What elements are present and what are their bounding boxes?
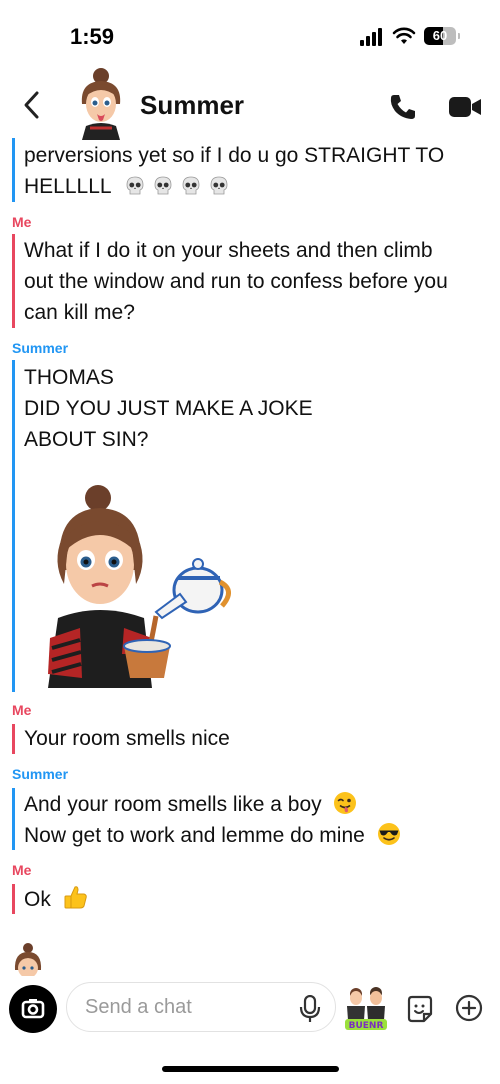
battery-icon: 60 (424, 27, 456, 45)
message-bar-summer (12, 138, 15, 202)
skull-emoji-icon (126, 176, 144, 195)
home-indicator (162, 1066, 339, 1072)
svg-text:BUENR: BUENR (349, 1021, 384, 1031)
message-line-with-emoji: Now get to work and lemme do mine (24, 820, 401, 851)
message-list: perversions yet so if I do u go STRAIGHT… (0, 138, 500, 978)
battery-percentage: 60 (432, 28, 448, 43)
microphone-icon[interactable] (299, 995, 321, 1023)
cellular-signal-icon (360, 28, 384, 46)
skull-emoji-icon (154, 176, 172, 195)
message-text: Ok (24, 888, 51, 911)
avatar[interactable] (68, 64, 134, 140)
skull-emoji-icon (210, 176, 228, 195)
wifi-icon (392, 27, 416, 44)
chat-title[interactable]: Summer (140, 90, 244, 121)
message-line-with-emojis: HELLLLL (24, 171, 229, 202)
battery-nub (458, 33, 460, 39)
video-camera-icon[interactable] (448, 96, 482, 118)
winking-face-tongue-icon (334, 792, 357, 814)
thumbs-up-icon (64, 886, 87, 909)
message-line: THOMAS (24, 366, 114, 389)
phone-icon[interactable] (388, 92, 418, 122)
message-line: ABOUT SIN? (24, 428, 149, 451)
chat-input[interactable]: Send a chat (66, 982, 336, 1032)
message-line: Your room smells nice (24, 727, 230, 750)
message-text: And your room smells like a boy (24, 793, 322, 816)
sender-label-summer: Summer (12, 340, 69, 356)
sunglasses-face-icon (377, 823, 400, 845)
sender-label-me: Me (12, 214, 32, 230)
message-line: perversions yet so if I do u go STRAIGHT… (24, 144, 445, 167)
message-line-with-emoji: And your room smells like a boy (24, 789, 357, 820)
chat-composer: Send a chat BUENR (0, 978, 500, 1084)
chevron-left-icon[interactable] (20, 90, 44, 120)
sticker-icon[interactable] (404, 994, 434, 1024)
message-bar-summer (12, 788, 15, 850)
status-time: 1:59 (70, 24, 115, 49)
message-text: Now get to work and lemme do mine (24, 824, 365, 847)
sender-label-me: Me (12, 862, 32, 878)
message-line: DID YOU JUST MAKE A JOKE (24, 397, 313, 420)
bitmoji-friends-icon[interactable]: BUENR (342, 984, 390, 1032)
typing-bitmoji-avatar (14, 943, 42, 976)
message-bar-summer (12, 360, 15, 692)
message-line: What if I do it on your sheets and then … (24, 239, 433, 262)
message-bar-me (12, 724, 15, 754)
message-text: HELLLLL (24, 175, 111, 198)
sender-label-me: Me (12, 702, 32, 718)
camera-button[interactable] (9, 985, 57, 1033)
camera-icon (21, 999, 45, 1019)
message-line: out the window and run to confess before… (24, 270, 448, 293)
message-bar-me (12, 884, 15, 914)
chat-input-placeholder: Send a chat (85, 996, 192, 1018)
message-bar-me (12, 234, 15, 328)
status-bar: 1:59 60 (0, 0, 500, 70)
sender-label-summer: Summer (12, 766, 69, 782)
chat-header: Summer (0, 68, 500, 140)
skull-emoji-icon (182, 176, 200, 195)
plus-icon[interactable] (454, 993, 484, 1023)
message-line-with-emoji: Ok (24, 884, 89, 915)
message-line: can kill me? (24, 301, 135, 324)
bitmoji-tea-sticker[interactable] (40, 478, 240, 688)
